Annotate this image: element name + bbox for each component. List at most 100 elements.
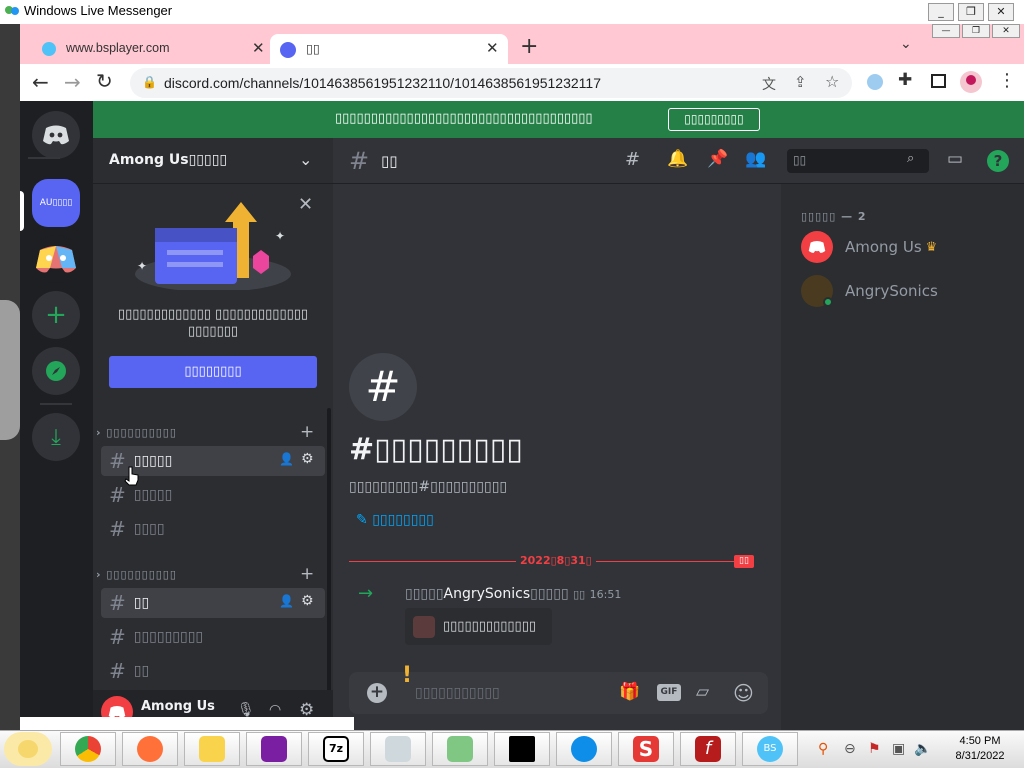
7zip-icon: 7z	[323, 736, 349, 762]
emoji-icon[interactable]: ☺	[733, 681, 754, 705]
gif-icon[interactable]: GIF	[657, 684, 681, 701]
promo-button[interactable]: ▯▯▯▯▯▯▯▯	[109, 356, 317, 388]
taskbar-teamviewer[interactable]	[556, 732, 612, 766]
discord-home-icon[interactable]	[32, 111, 80, 159]
invite-user-icon[interactable]: 👤	[279, 594, 294, 608]
server-name: Among Us▯▯▯▯▯	[109, 152, 228, 168]
category-header[interactable]: › ▯▯▯▯▯▯▯▯▯▯	[96, 426, 177, 439]
threads-icon[interactable]: #	[625, 149, 640, 170]
taskbar-flash[interactable]: f	[680, 732, 736, 766]
banner-button[interactable]: ▯▯▯▯▯▯▯▯▯	[668, 108, 760, 131]
chevron-down-icon: ⌄	[299, 150, 313, 169]
browser-restore-button[interactable]: ❐	[962, 24, 990, 38]
magic-wand-icon	[385, 736, 411, 762]
tab-search-chevron-icon[interactable]: ⌄	[900, 36, 912, 52]
lock-icon[interactable]: 🔒	[142, 75, 157, 89]
member-item[interactable]: AngrySonics	[801, 275, 938, 307]
tray-clock[interactable]: 4:50 PM 8/31/2022	[940, 734, 1020, 764]
reload-icon[interactable]: ↻	[96, 69, 113, 93]
channel-item[interactable]: # ▯▯▯▯▯▯▯▯▯	[101, 622, 325, 652]
taskbar-bsplayer[interactable]: BS	[742, 732, 798, 766]
channel-title: ▯▯	[381, 152, 398, 170]
promo-close-icon[interactable]: ✕	[298, 194, 313, 215]
start-button[interactable]	[4, 732, 52, 766]
server-among-us[interactable]: AU▯▯▯▯	[32, 179, 80, 227]
tray-volume-icon[interactable]: 🔈	[914, 741, 931, 757]
tray-flag-icon[interactable]: ⚑	[868, 741, 881, 757]
browser-toolbar: ← → ↻ 🔒 discord.com/channels/10146385619…	[20, 64, 1024, 101]
translate-icon[interactable]: 文	[762, 74, 776, 94]
tab-close-icon[interactable]: ✕	[252, 39, 265, 57]
member-item[interactable]: Among Us ♛	[801, 231, 937, 263]
chrome-menu-icon[interactable]: ⋮	[998, 70, 1016, 91]
taskbar-yahoo[interactable]	[246, 732, 302, 766]
search-input[interactable]: ▯▯ ⌕	[787, 149, 929, 173]
taskbar-messenger[interactable]	[184, 732, 240, 766]
chrome-icon	[75, 736, 101, 762]
headphones-icon[interactable]: ◠	[269, 702, 281, 718]
taskbar-7zip[interactable]: 7z	[308, 732, 364, 766]
extensions-puzzle-icon[interactable]: ✚	[898, 70, 912, 90]
channel-scrollbar[interactable]	[327, 408, 331, 698]
gear-icon[interactable]: ⚙	[301, 593, 314, 609]
explore-compass-icon[interactable]	[32, 347, 80, 395]
browser-close-button[interactable]: ✕	[992, 24, 1020, 38]
promo-card: ✕ ✦ ✦ ▯▯▯▯▯▯▯▯▯▯▯▯▯ ▯▯▯▯▯▯▯▯▯▯▯▯▯ ▯▯▯▯▯▯▯…	[93, 184, 333, 404]
channel-item[interactable]: # ▯▯	[101, 656, 325, 686]
attach-plus-icon[interactable]: +	[367, 683, 387, 703]
bsplayer-favicon-icon	[42, 42, 56, 56]
taskbar-chrome[interactable]	[60, 732, 116, 766]
forward-arrow-icon[interactable]: →	[64, 70, 81, 94]
edit-channel-link[interactable]: ✎ ▯▯▯▯▯▯▯▯	[356, 512, 434, 528]
invite-user-icon[interactable]: 👤	[279, 452, 294, 466]
restore-button[interactable]: ❐	[958, 3, 984, 21]
member-list-icon[interactable]: 👥	[745, 149, 766, 169]
tray-network-icon[interactable]: ▣	[892, 741, 905, 757]
message-username[interactable]: AngrySonics	[444, 586, 531, 602]
minimize-button[interactable]: _	[928, 3, 954, 21]
download-apps-icon[interactable]: ⤓	[32, 413, 80, 461]
channel-item[interactable]: # ▯▯▯▯	[101, 514, 325, 544]
address-bar[interactable]: 🔒 discord.com/channels/10146385619512321…	[130, 68, 852, 98]
teamviewer-icon	[571, 736, 597, 762]
member-name: AngrySonics	[845, 282, 938, 300]
add-channel-icon[interactable]: +	[300, 422, 314, 442]
tray-app-icon[interactable]: ⊖	[844, 741, 856, 757]
sticker-picker-icon[interactable]: ▱	[696, 682, 709, 702]
taskbar-wand[interactable]	[370, 732, 426, 766]
share-icon[interactable]: ⇪	[794, 73, 807, 91]
extension-icon[interactable]	[867, 74, 883, 90]
taskbar-firefox[interactable]	[122, 732, 178, 766]
close-button[interactable]: ✕	[988, 3, 1014, 21]
server-header[interactable]: Among Us▯▯▯▯▯ ⌄	[93, 138, 333, 184]
channel-item[interactable]: # ▯▯ 👤 ⚙	[101, 588, 325, 618]
tab-bsplayer[interactable]: www.bsplayer.com ✕	[30, 34, 270, 68]
inbox-icon[interactable]: ▭	[947, 149, 963, 169]
tab-discord[interactable]: ▯▯ ✕	[270, 34, 508, 68]
taskbar-s-app[interactable]: S	[618, 732, 674, 766]
side-panel-icon[interactable]	[931, 74, 946, 88]
profile-avatar[interactable]	[960, 71, 982, 93]
bookmark-star-icon[interactable]: ☆	[825, 72, 839, 91]
taskbar-network[interactable]	[432, 732, 488, 766]
channel-name: ▯▯▯▯▯▯▯▯▯	[133, 629, 204, 645]
server-colorful[interactable]	[32, 235, 80, 283]
tab-close-icon[interactable]: ✕	[486, 39, 499, 57]
gear-icon[interactable]: ⚙	[301, 451, 314, 467]
add-server-icon[interactable]: +	[32, 291, 80, 339]
mute-mic-icon[interactable]: 🎙	[237, 702, 255, 718]
add-channel-icon[interactable]: +	[300, 564, 314, 584]
hash-icon: #	[109, 659, 126, 683]
wave-sticker-button[interactable]: ▯▯▯▯▯▯▯▯▯▯▯▯▯	[405, 608, 552, 645]
pin-icon[interactable]: 📌	[707, 149, 728, 169]
discord-favicon-icon	[280, 42, 296, 58]
gift-icon[interactable]: 🎁	[619, 682, 640, 702]
back-arrow-icon[interactable]: ←	[32, 70, 49, 94]
browser-minimize-button[interactable]: —	[932, 24, 960, 38]
tray-search-icon[interactable]: ⚲	[818, 741, 828, 757]
new-tab-button[interactable]: +	[520, 34, 538, 59]
help-icon[interactable]: ?	[987, 150, 1009, 172]
taskbar-cmd[interactable]	[494, 732, 550, 766]
bell-icon[interactable]: 🔔	[667, 149, 688, 169]
category-header[interactable]: › ▯▯▯▯▯▯▯▯▯▯	[96, 568, 177, 581]
